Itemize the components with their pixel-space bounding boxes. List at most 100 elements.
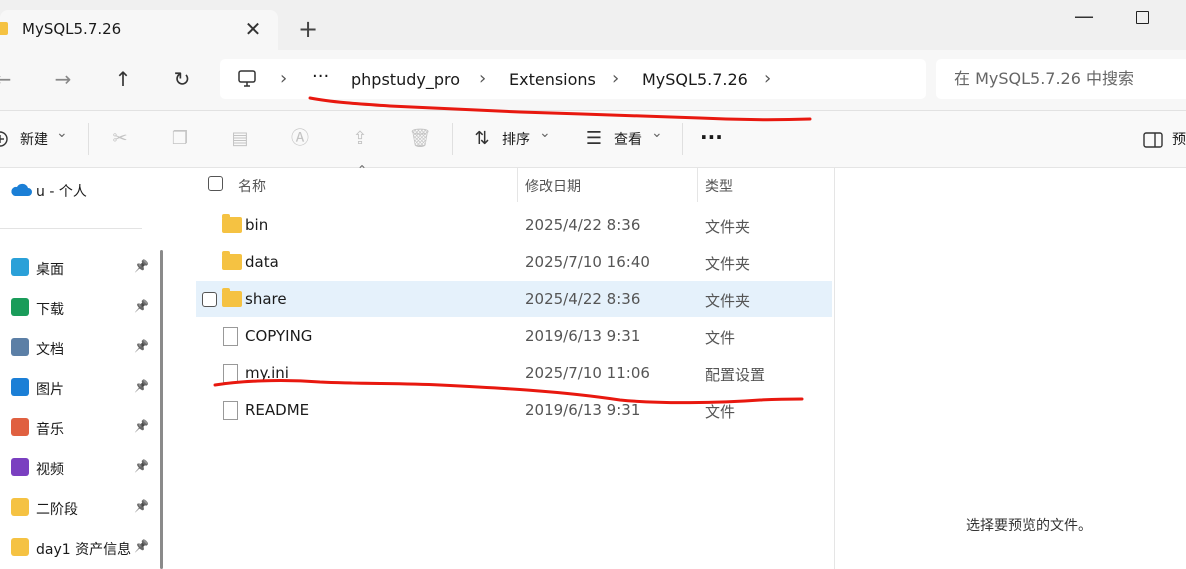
search-box[interactable] <box>936 59 1186 99</box>
paste-icon[interactable]: ▤ <box>228 127 252 151</box>
file-icon <box>223 401 238 420</box>
file-type: 文件夹 <box>705 292 751 310</box>
breadcrumb-overflow[interactable]: ··· <box>312 66 329 87</box>
pin-icon[interactable]: 📌 <box>134 379 149 393</box>
breadcrumb-separator: › <box>764 68 772 89</box>
sort-ascending-icon: ⌃ <box>357 163 368 177</box>
file-row[interactable]: my.ini 2025/7/10 11:06 配置设置 <box>196 355 832 391</box>
pin-icon[interactable]: 📌 <box>134 259 149 273</box>
sidebar-item-icon <box>11 458 29 476</box>
row-checkbox[interactable] <box>202 292 217 307</box>
file-row[interactable]: bin 2025/4/22 8:36 文件夹 <box>196 207 832 243</box>
column-header-type[interactable]: 类型 <box>705 176 733 196</box>
view-icon: ☰ <box>585 128 603 149</box>
sidebar-divider <box>0 228 142 229</box>
folder-icon <box>0 22 8 35</box>
select-all-checkbox[interactable] <box>208 176 223 191</box>
computer-icon <box>238 70 256 87</box>
pin-icon[interactable]: 📌 <box>134 499 149 513</box>
back-icon[interactable]: ← <box>0 64 18 94</box>
pin-icon[interactable]: 📌 <box>134 339 149 353</box>
sidebar-item[interactable]: 二阶段 📌 <box>0 490 152 526</box>
copy-icon[interactable]: ❐ <box>168 127 192 151</box>
chevron-down-icon: ⌄ <box>539 125 551 141</box>
pin-icon[interactable]: 📌 <box>134 419 149 433</box>
file-name: my.ini <box>245 364 289 382</box>
sidebar-item[interactable]: 图片 📌 <box>0 370 152 406</box>
pin-icon[interactable]: 📌 <box>134 299 149 313</box>
forward-icon[interactable]: → <box>48 64 78 94</box>
cut-icon[interactable]: ✂ <box>108 127 132 151</box>
maximize-button[interactable] <box>1136 11 1149 24</box>
view-button[interactable]: 查看 <box>614 129 642 149</box>
column-divider[interactable] <box>517 168 518 202</box>
sidebar-item-icon <box>11 338 29 356</box>
sidebar-item[interactable]: day1 资产信息 📌 <box>0 530 152 566</box>
file-row[interactable]: README 2019/6/13 9:31 文件 <box>196 392 832 428</box>
file-row[interactable]: COPYING 2019/6/13 9:31 文件 <box>196 318 832 354</box>
sidebar-item-icon <box>11 258 29 276</box>
breadcrumb-separator: › <box>280 68 288 89</box>
rename-icon[interactable]: Ⓐ <box>288 127 312 151</box>
breadcrumb-separator: › <box>612 68 620 89</box>
sidebar-item[interactable]: 文档 📌 <box>0 330 152 366</box>
sidebar-item-label: 二阶段 <box>36 502 78 518</box>
config-file-icon <box>223 364 238 383</box>
close-tab-icon[interactable]: ✕ <box>243 17 263 41</box>
file-modified-date: 2019/6/13 9:31 <box>525 401 641 419</box>
preview-button[interactable]: 预 <box>1172 129 1186 149</box>
sidebar-item-onedrive[interactable]: u - 个人 <box>0 172 152 208</box>
new-tab-button[interactable]: + <box>296 17 320 41</box>
search-input[interactable] <box>954 69 1184 88</box>
folder-icon <box>222 214 242 233</box>
breadcrumb-phpstudy[interactable]: phpstudy_pro <box>351 70 460 89</box>
sidebar-item-label: 图片 <box>36 382 64 398</box>
file-modified-date: 2019/6/13 9:31 <box>525 327 641 345</box>
new-button[interactable]: 新建 <box>20 129 48 149</box>
column-divider[interactable] <box>697 168 698 202</box>
pin-icon[interactable]: 📌 <box>134 539 149 553</box>
pin-icon[interactable]: 📌 <box>134 459 149 473</box>
share-icon[interactable]: ⇪ <box>348 127 372 151</box>
breadcrumb-extensions[interactable]: Extensions <box>509 70 596 89</box>
file-name: README <box>245 401 310 419</box>
sidebar-item[interactable]: 桌面 📌 <box>0 250 152 286</box>
breadcrumb-mysql[interactable]: MySQL5.7.26 <box>642 70 748 89</box>
column-header-name[interactable]: 名称 <box>238 176 266 196</box>
minimize-button[interactable]: — <box>1072 4 1096 28</box>
file-icon <box>223 327 238 346</box>
sidebar-scrollbar[interactable] <box>160 250 163 569</box>
file-type: 文件夹 <box>705 218 751 236</box>
sidebar-item[interactable]: 视频 📌 <box>0 450 152 486</box>
file-type: 文件 <box>705 329 736 347</box>
sidebar-item-label: 文档 <box>36 342 64 358</box>
delete-icon[interactable]: 🗑 <box>408 127 432 151</box>
tab-mysql[interactable]: MySQL5.7.26 ✕ <box>0 10 278 50</box>
file-row[interactable]: data 2025/7/10 16:40 文件夹 <box>196 244 832 280</box>
preview-pane <box>834 168 1186 569</box>
address-bar[interactable]: › ··· phpstudy_pro › Extensions › MySQL5… <box>220 59 926 99</box>
file-type: 配置设置 <box>705 366 766 384</box>
refresh-icon[interactable]: ↻ <box>167 64 197 94</box>
column-header-date[interactable]: 修改日期 <box>525 176 581 196</box>
up-icon[interactable]: ↑ <box>108 64 138 94</box>
file-name: data <box>245 253 279 271</box>
file-type: 文件 <box>705 403 736 421</box>
toolbar-divider <box>682 123 683 155</box>
more-options-button[interactable]: ··· <box>700 125 723 149</box>
sidebar-item-icon <box>11 538 29 556</box>
new-icon <box>0 131 8 147</box>
file-modified-date: 2025/4/22 8:36 <box>525 216 641 234</box>
sort-button[interactable]: 排序 <box>502 129 530 149</box>
toolbar-divider <box>88 123 89 155</box>
folder-icon <box>222 288 242 307</box>
file-name: share <box>245 290 287 308</box>
preview-pane-icon <box>1143 132 1163 148</box>
sidebar-item[interactable]: 下载 📌 <box>0 290 152 326</box>
file-row[interactable]: share 2025/4/22 8:36 文件夹 <box>196 281 832 317</box>
sidebar-item-icon <box>11 378 29 396</box>
cloud-icon <box>11 183 32 196</box>
preview-empty-message: 选择要预览的文件。 <box>966 518 1092 534</box>
sidebar-item[interactable]: 音乐 📌 <box>0 410 152 446</box>
navigation-pane: u - 个人 桌面 📌 下载 📌 文档 📌 图片 📌 音乐 📌 视频 📌 二阶段 📌 day1 资产信息 📌 <box>0 168 152 569</box>
